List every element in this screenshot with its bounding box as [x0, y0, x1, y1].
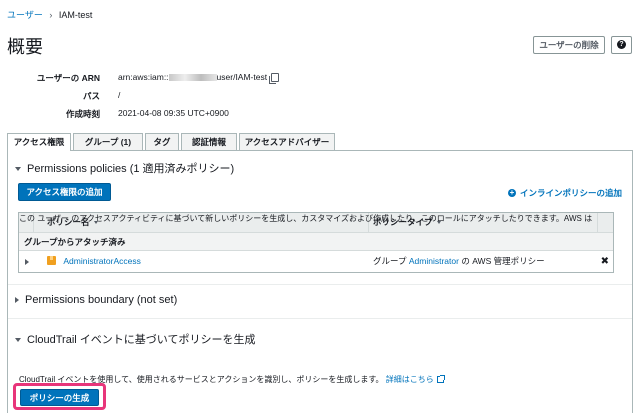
policy-type-suffix: の AWS 管理ポリシー [461, 256, 545, 266]
caret-down-icon [15, 338, 21, 343]
breadcrumb-current: IAM-test [58, 10, 93, 20]
arn-value: arn:aws:iam:: user/IAM-test [118, 72, 280, 85]
arn-suffix: user/IAM-test [216, 72, 268, 82]
permissions-boundary-title: Permissions boundary (not set) [25, 294, 178, 306]
summary-created-row: 作成時刻 2021-04-08 09:35 UTC+0900 [0, 108, 640, 122]
plus-circle-icon: + [507, 187, 516, 197]
group-attached-row: グループからアタッチ済み [19, 232, 613, 251]
table-header-actions [598, 213, 613, 232]
created-value: 2021-04-08 09:35 UTC+0900 [118, 108, 229, 118]
policy-cell: AdministratorAccess [47, 251, 141, 272]
tab-credentials[interactable]: 認証情報 [181, 133, 237, 150]
cloudtrail-section-title: CloudTrail イベントに基づいてポリシーを生成 [27, 334, 256, 346]
path-label: パス [82, 91, 100, 101]
aws-managed-policy-icon [47, 256, 56, 266]
page-title: 概要 [7, 37, 43, 57]
policy-type-prefix: グループ [373, 256, 407, 266]
summary-arn-row: ユーザーの ARN arn:aws:iam:: user/IAM-test [0, 72, 640, 86]
tab-permissions[interactable]: アクセス権限 [7, 133, 71, 151]
tab-groups[interactable]: グループ (1) [73, 133, 143, 150]
redacted-account-id [168, 74, 217, 82]
tab-tags[interactable]: タグ [145, 133, 179, 150]
summary-path-row: パス / [0, 90, 640, 104]
breadcrumb-separator: › [49, 10, 53, 20]
group-administrator-link[interactable]: Administrator [409, 256, 459, 266]
external-link-icon [436, 375, 445, 384]
section-divider [8, 284, 632, 285]
help-icon: ? [617, 40, 626, 50]
add-permissions-button[interactable]: アクセス権限の追加 [18, 183, 111, 201]
breadcrumb: ユーザー › IAM-test [7, 8, 92, 21]
created-label: 作成時刻 [65, 109, 100, 119]
learn-more-link[interactable]: 詳細はこちら [385, 375, 445, 384]
help-button[interactable]: ? [611, 36, 632, 54]
tab-access-advisor[interactable]: アクセスアドバイザー [239, 133, 335, 150]
caret-down-icon [15, 167, 21, 172]
permissions-boundary-header[interactable]: Permissions boundary (not set) [15, 294, 177, 306]
section-divider [8, 318, 632, 319]
add-inline-policy-link[interactable]: + インラインポリシーの追加 [507, 187, 622, 199]
permissions-policies-header[interactable]: Permissions policies (1 適用済みポリシー) [15, 160, 234, 176]
generate-policy-button[interactable]: ポリシーの生成 [20, 389, 99, 406]
arn-prefix: arn:aws:iam:: [118, 72, 169, 82]
path-value: / [118, 90, 121, 100]
copy-icon[interactable] [269, 73, 280, 85]
cloudtrail-section-header[interactable]: CloudTrail イベントに基づいてポリシーを生成 [15, 331, 255, 347]
arn-label: ユーザーの ARN [36, 73, 100, 83]
table-row[interactable]: AdministratorAccess グループ Administrator の… [19, 251, 613, 272]
description-line-1: この ユーザー のアクセスアクティビティに基づいて新しいポリシーを生成し、カスタ… [19, 214, 593, 223]
permissions-policies-title: Permissions policies (1 適用済みポリシー) [27, 163, 235, 175]
policy-type-cell: グループ Administrator の AWS 管理ポリシー [373, 251, 545, 272]
expand-row-icon[interactable] [25, 259, 29, 265]
detach-policy-close-icon[interactable]: ✖ [601, 251, 609, 272]
breadcrumb-users-link[interactable]: ユーザー [7, 10, 43, 20]
learn-more-label: 詳細はこちら [385, 375, 434, 384]
policy-name-link[interactable]: AdministratorAccess [63, 256, 140, 266]
caret-right-icon [15, 297, 19, 304]
add-inline-policy-label: インラインポリシーの追加 [519, 188, 622, 198]
delete-user-button[interactable]: ユーザーの削除 [533, 36, 605, 54]
